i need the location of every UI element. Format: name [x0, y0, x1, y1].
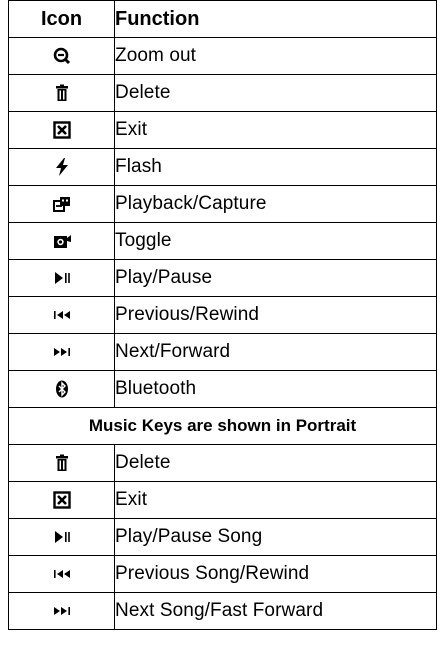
function-label: Play/Pause — [114, 259, 437, 297]
music-table-row: Play/Pause Song — [8, 518, 437, 556]
table-row: Toggle — [8, 222, 437, 260]
icon-cell — [8, 333, 115, 371]
play-pause-icon — [52, 527, 72, 547]
function-label: Next Song/Fast Forward — [114, 592, 437, 630]
previous-rewind-icon — [52, 305, 72, 325]
bluetooth-icon — [52, 379, 72, 399]
flash-bolt-icon — [52, 157, 72, 177]
function-label: Flash — [114, 148, 437, 186]
music-table-row: Delete — [8, 444, 437, 482]
table-row: Next/Forward — [8, 333, 437, 371]
play-pause-icon — [52, 268, 72, 288]
function-label: Bluetooth — [114, 370, 437, 408]
table-row: Delete — [8, 74, 437, 112]
music-table-row: Previous Song/Rewind — [8, 555, 437, 593]
icon-cell — [8, 481, 115, 519]
function-label: Next/Forward — [114, 333, 437, 371]
header-icon: Icon — [8, 0, 115, 38]
function-label: Delete — [114, 74, 437, 112]
section-row: Music Keys are shown in Portrait — [8, 407, 437, 445]
trash-icon — [52, 83, 72, 103]
icon-cell — [8, 518, 115, 556]
function-label: Toggle — [114, 222, 437, 260]
music-table-row: Exit — [8, 481, 437, 519]
function-label: Exit — [114, 111, 437, 149]
icon-cell — [8, 259, 115, 297]
function-label: Playback/Capture — [114, 185, 437, 223]
icon-cell — [8, 148, 115, 186]
toggle-camera-icon — [52, 231, 72, 251]
icon-cell — [8, 296, 115, 334]
icon-cell — [8, 370, 115, 408]
function-label: Exit — [114, 481, 437, 519]
next-forward-icon — [52, 601, 72, 621]
icon-cell — [8, 222, 115, 260]
icon-cell — [8, 555, 115, 593]
table-row: Bluetooth — [8, 370, 437, 408]
header-function: Function — [114, 0, 437, 38]
icon-cell — [8, 111, 115, 149]
next-forward-icon — [52, 342, 72, 362]
function-label: Previous/Rewind — [114, 296, 437, 334]
zoom-out-icon — [52, 46, 72, 66]
icon-cell — [8, 185, 115, 223]
function-label: Delete — [114, 444, 437, 482]
function-label: Previous Song/Rewind — [114, 555, 437, 593]
section-title: Music Keys are shown in Portrait — [8, 407, 437, 445]
trash-icon — [52, 453, 72, 473]
icon-cell — [8, 592, 115, 630]
playback-capture-icon — [52, 194, 72, 214]
table-row: Playback/Capture — [8, 185, 437, 223]
table-row: Previous/Rewind — [8, 296, 437, 334]
table-row: Flash — [8, 148, 437, 186]
icon-function-table: Icon Function Zoom out Delete Exit Flash Pla… — [8, 0, 437, 630]
table-row: Exit — [8, 111, 437, 149]
table-header-row: Icon Function — [8, 0, 437, 38]
previous-rewind-icon — [52, 564, 72, 584]
exit-x-box-icon — [52, 490, 72, 510]
music-table-row: Next Song/Fast Forward — [8, 592, 437, 630]
icon-cell — [8, 37, 115, 75]
function-label: Zoom out — [114, 37, 437, 75]
table-row: Play/Pause — [8, 259, 437, 297]
exit-x-box-icon — [52, 120, 72, 140]
table-row: Zoom out — [8, 37, 437, 75]
function-label: Play/Pause Song — [114, 518, 437, 556]
icon-cell — [8, 74, 115, 112]
icon-cell — [8, 444, 115, 482]
